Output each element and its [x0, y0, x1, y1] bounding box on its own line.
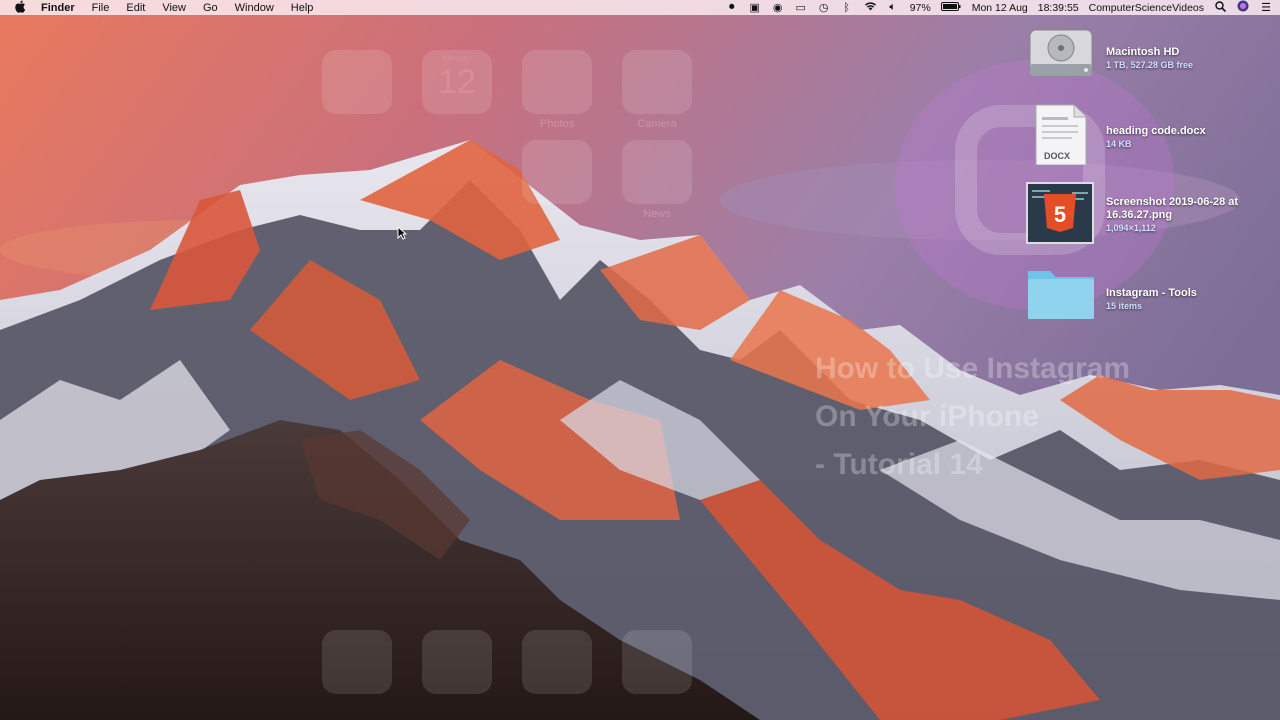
search-icon[interactable]	[1214, 0, 1226, 15]
calendar-date-number: 12	[438, 63, 476, 101]
wifi-icon[interactable]	[864, 1, 876, 14]
accessibility-icon[interactable]: ◉	[772, 1, 784, 14]
user-name-label[interactable]: ComputerScienceVideos	[1089, 2, 1204, 14]
desktop-item-label: Screenshot 2019-06-28 at 16.36.27.png 1,…	[1106, 196, 1276, 235]
desktop-item-heading-code-docx[interactable]: DOCX heading code.docx 14 KB	[1026, 103, 1276, 169]
menu-file[interactable]: File	[92, 2, 110, 14]
mail-app-icon	[322, 50, 392, 114]
menu-bar: Finder File Edit View Go Window Help ⏺ ▣…	[0, 0, 1280, 15]
video-title-line-1: How to Use Instagram	[815, 352, 1131, 385]
item-meta: 15 items	[1106, 301, 1143, 311]
desktop-item-label: Instagram - Tools 15 items	[1106, 287, 1276, 313]
news-app-icon	[622, 140, 692, 204]
time-label[interactable]: 18:39:55	[1038, 2, 1079, 14]
item-name: Screenshot 2019-06-28 at 16.36.27.png	[1106, 196, 1239, 221]
svg-text:5: 5	[1054, 202, 1066, 227]
phone-dock-icon	[322, 630, 392, 694]
item-meta: 1 TB, 527.28 GB free	[1106, 60, 1194, 70]
battery-percentage: 97%	[909, 1, 931, 14]
video-title-line-3: - Tutorial 14	[815, 448, 983, 481]
volume-icon[interactable]: 🔈︎	[887, 1, 899, 14]
music-dock-icon	[622, 630, 692, 694]
desktop-item-screenshot-png[interactable]: 5 Screenshot 2019-06-28 at 16.36.27.png …	[1026, 182, 1276, 248]
bluetooth-icon[interactable]: ᛒ	[841, 2, 853, 14]
mouse-cursor-icon	[397, 225, 408, 243]
menu-go[interactable]: Go	[203, 2, 218, 14]
battery-icon[interactable]	[940, 1, 961, 14]
menu-view[interactable]: View	[162, 2, 186, 14]
airplay-icon[interactable]: ▭	[795, 1, 807, 14]
camera-icon[interactable]: ▣	[749, 1, 761, 14]
safari-dock-icon	[422, 630, 492, 694]
docx-badge: DOCX	[1044, 151, 1071, 161]
desktop-item-macintosh-hd[interactable]: Macintosh HD 1 TB, 527.28 GB free	[1026, 24, 1276, 90]
menu-window[interactable]: Window	[235, 2, 274, 14]
calendar-day-label: Monday	[442, 54, 472, 63]
camera-app-label: Camera	[637, 118, 677, 130]
list-icon[interactable]: ☰	[1260, 1, 1272, 14]
menu-finder[interactable]: Finder	[41, 2, 75, 14]
folder-icon	[1026, 265, 1096, 327]
item-meta: 1,094×1,112	[1106, 223, 1156, 233]
news-app-label: News	[643, 208, 671, 220]
apple-menu-icon[interactable]	[15, 0, 29, 16]
desktop-item-instagram-tools-folder[interactable]: Instagram - Tools 15 items	[1026, 265, 1276, 331]
desktop-item-label: Macintosh HD 1 TB, 527.28 GB free	[1106, 46, 1276, 72]
item-name: Instagram - Tools	[1106, 287, 1197, 299]
docx-file-icon: DOCX	[1026, 103, 1096, 166]
video-title-line-2: On Your iPhone	[815, 400, 1039, 433]
calendar-app-icon: Monday 12	[422, 50, 492, 114]
photos-app-label: Photos	[539, 118, 575, 130]
screen-record-icon[interactable]: ⏺	[726, 1, 738, 14]
item-meta: 14 KB	[1106, 139, 1132, 149]
photos-app-icon	[522, 50, 592, 114]
item-name: heading code.docx	[1106, 125, 1206, 137]
time-machine-icon[interactable]: ◷	[818, 1, 830, 14]
messages-dock-icon	[522, 630, 592, 694]
video-title-overlay: How to Use Instagram On Your iPhone - Tu…	[815, 345, 1130, 489]
date-label[interactable]: Mon 12 Aug	[972, 2, 1028, 14]
hard-drive-icon	[1026, 24, 1096, 86]
phone-screen-overlay: Monday 12 Photos Camera News	[292, 40, 722, 720]
menu-edit[interactable]: Edit	[126, 2, 145, 14]
siri-icon[interactable]	[1237, 0, 1249, 15]
item-name: Macintosh HD	[1106, 46, 1180, 58]
menu-help[interactable]: Help	[291, 2, 314, 14]
image-file-icon: 5	[1026, 182, 1096, 244]
desktop-item-label: heading code.docx 14 KB	[1106, 125, 1276, 151]
camera-app-icon	[622, 50, 692, 114]
app-icon	[522, 140, 592, 204]
